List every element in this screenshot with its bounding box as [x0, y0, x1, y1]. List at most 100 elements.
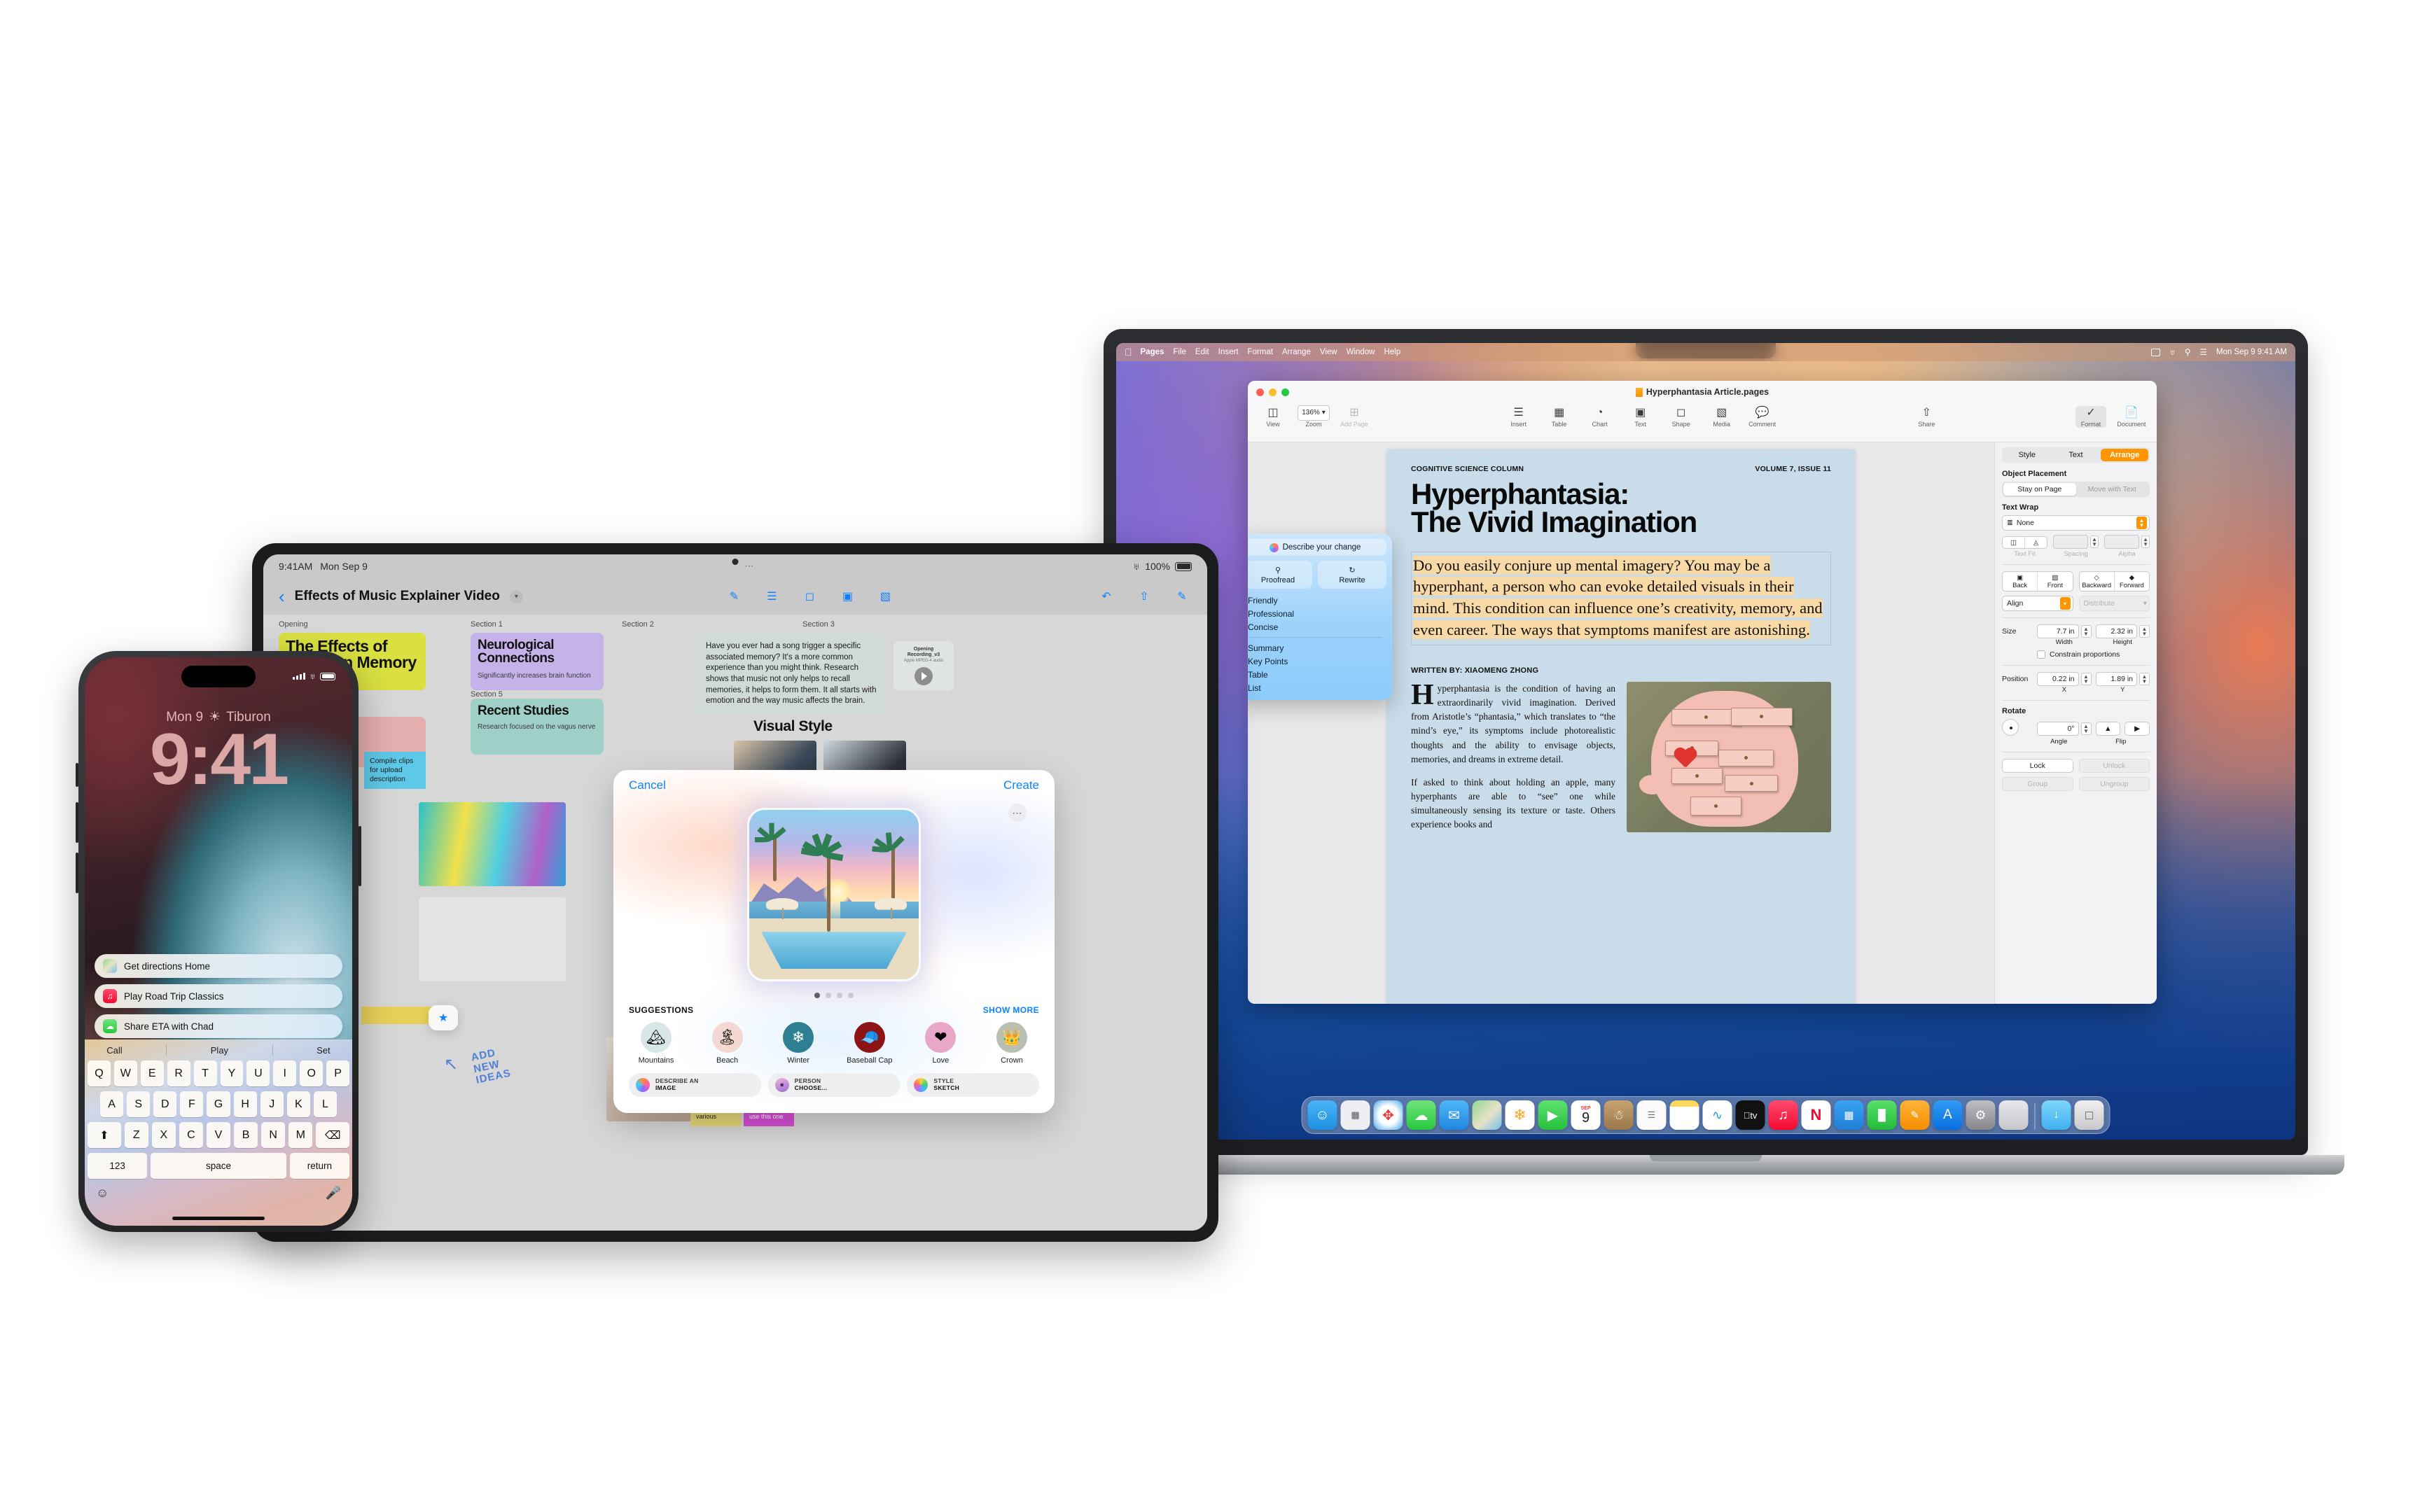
toolbar-add-page-button[interactable]: ⊞ Add Page: [1339, 406, 1370, 428]
document-page[interactable]: COGNITIVE SCIENCE COLUMN VOLUME 7, ISSUE…: [1387, 449, 1855, 1004]
dock-item-notes[interactable]: [1669, 1100, 1699, 1130]
ipad-nav-bar[interactable]: ‹ Effects of Music Explainer Video ▾ ✎ ☰…: [263, 578, 1207, 615]
stay-on-page-option[interactable]: Stay on Page: [2003, 483, 2076, 496]
create-button[interactable]: Create: [1003, 778, 1039, 792]
suggestion-winter[interactable]: ❄ Winter: [771, 1022, 826, 1065]
text-fit-option-2[interactable]: ◬: [2024, 537, 2047, 548]
text-wrap-select[interactable]: ≣ None ▲ ▼: [2002, 515, 2150, 531]
toolbar-comment-button[interactable]: 💬 Comment: [1747, 406, 1778, 428]
suggestion-mountains[interactable]: 🏔 Mountains: [629, 1022, 683, 1065]
constrain-proportions-checkbox[interactable]: [2037, 650, 2045, 659]
key-a[interactable]: A: [100, 1091, 124, 1117]
rotation-dial[interactable]: [2002, 719, 2019, 736]
toolbar-media-button[interactable]: ▧ Media: [1706, 406, 1737, 428]
board-card-recent[interactable]: Recent Studies Research focused on the v…: [471, 699, 604, 755]
position-y-field[interactable]: 1.89 in: [2095, 672, 2137, 686]
keyboard-row-3[interactable]: ⬆ Z X C V B N M ⌫: [88, 1122, 349, 1148]
toolbar-insert-button[interactable]: ☰ Insert: [1503, 406, 1534, 428]
key-o[interactable]: O: [300, 1060, 324, 1086]
article-illustration[interactable]: [1627, 682, 1831, 833]
menu-item-format[interactable]: Format: [1248, 348, 1273, 356]
proofread-button[interactable]: ⚲ Proofread: [1248, 561, 1312, 589]
dock-item-keynote[interactable]: ▦: [1834, 1100, 1864, 1130]
star-icon[interactable]: ★: [434, 1009, 452, 1027]
dock-item-news[interactable]: N: [1801, 1100, 1831, 1130]
group-button[interactable]: Group: [2002, 777, 2073, 791]
board-image-placeholder[interactable]: [419, 897, 566, 981]
iphone-keyboard[interactable]: Call Play Set Q W E R T Y U I O P A S D …: [85, 1040, 352, 1226]
align-chevron-down-icon[interactable]: ▾: [2059, 597, 2071, 610]
toolbar-chart-button[interactable]: ◔ Chart: [1585, 406, 1615, 428]
dock-item-contacts[interactable]: ☃: [1604, 1100, 1634, 1130]
format-table[interactable]: Table: [1248, 668, 1382, 681]
keyboard-bottom-row[interactable]: ☺ 🎤: [85, 1184, 352, 1200]
suggestion-baseball-cap[interactable]: 🧢 Baseball Cap: [842, 1022, 897, 1065]
key-c[interactable]: C: [179, 1122, 203, 1148]
ipad-multitask-handle[interactable]: ⋯: [368, 561, 1133, 572]
spacing-field[interactable]: [2053, 535, 2089, 549]
microphone-icon[interactable]: 🎤: [326, 1186, 341, 1200]
screen-mirroring-icon[interactable]: [2150, 348, 2160, 356]
playground-header[interactable]: Cancel Create: [613, 770, 1055, 801]
describe-image-chip[interactable]: DESCRIBE AN IMAGE: [629, 1073, 761, 1097]
keyboard-predictions[interactable]: Call Play Set: [85, 1040, 352, 1060]
dock-item-numbers[interactable]: █: [1867, 1100, 1897, 1130]
return-key[interactable]: return: [289, 1153, 349, 1179]
move-with-text-option[interactable]: Move with Text: [2076, 483, 2149, 496]
describe-change-field[interactable]: Describe your change: [1248, 539, 1386, 556]
menu-item-window[interactable]: Window: [1347, 348, 1375, 356]
constrain-proportions-row[interactable]: Constrain proportions: [2037, 650, 2150, 659]
angle-stepper[interactable]: ▲ ▼: [2080, 722, 2092, 735]
distribute-dropdown[interactable]: Distribute ▾: [2078, 596, 2150, 611]
key-d[interactable]: D: [153, 1091, 177, 1117]
size-width-field[interactable]: 7.7 in: [2037, 624, 2079, 638]
emoji-icon[interactable]: ☺: [96, 1186, 109, 1200]
space-key[interactable]: space: [151, 1153, 286, 1179]
position-y-stepper[interactable]: ▲ ▼: [2139, 673, 2150, 685]
toolbar-format-button[interactable]: ✓ Format: [2075, 406, 2107, 428]
siri-suggestion-directions[interactable]: Get directions Home: [95, 954, 342, 978]
object-placement-segmented[interactable]: Stay on Page Move with Text: [2002, 482, 2150, 497]
inspector-tabs[interactable]: Style Text Arrange: [2002, 447, 2150, 463]
flip-vertical-button[interactable]: ▲: [2095, 721, 2121, 736]
board-card-neuro[interactable]: Neurological Connections Significantly i…: [471, 633, 604, 690]
dock-item-pages[interactable]: ✎: [1900, 1100, 1930, 1130]
tab-style[interactable]: Style: [2003, 449, 2051, 461]
home-indicator[interactable]: [172, 1217, 265, 1220]
dock-item-launchpad[interactable]: ▦: [1340, 1100, 1370, 1130]
menubar-clock[interactable]: Mon Sep 9 9:41 AM: [2216, 348, 2287, 356]
star-tool[interactable]: ★: [429, 1005, 458, 1030]
format-inspector[interactable]: Style Text Arrange Object Placement Stay…: [1994, 442, 2157, 1004]
key-w[interactable]: W: [113, 1060, 137, 1086]
spacing-stepper[interactable]: ▲ ▼: [2090, 536, 2099, 548]
format-key-points[interactable]: Key Points: [1248, 654, 1382, 668]
dock-item-calendar[interactable]: SEP 9: [1571, 1100, 1601, 1130]
menu-item-arrange[interactable]: Arrange: [1282, 348, 1311, 356]
prediction-3[interactable]: Set: [317, 1045, 331, 1056]
dock-item-maps[interactable]: [1472, 1100, 1502, 1130]
dock-item-reminders[interactable]: ☰: [1636, 1100, 1667, 1130]
text-fit-option-1[interactable]: ◫: [2003, 537, 2024, 548]
key-v[interactable]: V: [206, 1122, 231, 1148]
image-playground-modal[interactable]: Cancel Create ⋯ SUGGESTIONS SHOW MORE 🏔 …: [613, 770, 1055, 1113]
suggestions-row[interactable]: 🏔 Mountains 🏝 Beach ❄ Winter 🧢 Baseball …: [613, 1015, 1055, 1065]
alpha-stepper[interactable]: ▲ ▼: [2141, 536, 2150, 548]
dock-item-finder[interactable]: ☺: [1307, 1100, 1337, 1130]
unlock-button[interactable]: Unlock: [2078, 759, 2150, 773]
shift-icon[interactable]: ⬆: [88, 1122, 121, 1148]
shape-tool-icon[interactable]: ◻: [800, 587, 819, 606]
suggestion-love[interactable]: ❤ Love: [913, 1022, 968, 1065]
dock-item-downloads[interactable]: ↓: [2041, 1100, 2071, 1130]
sticky-note-palette[interactable]: [361, 1007, 434, 1025]
prediction-1[interactable]: Call: [106, 1045, 122, 1056]
rainbow-profile-image[interactable]: [419, 802, 566, 886]
toolbar-shape-button[interactable]: ◻ Shape: [1666, 406, 1697, 428]
format-summary[interactable]: Summary: [1248, 641, 1382, 654]
pen-tool-icon[interactable]: ✎: [724, 587, 744, 606]
dock-item-settings[interactable]: ⚙: [1966, 1100, 1996, 1130]
toolbar-share-button[interactable]: ⇧ Share: [1911, 406, 1942, 428]
play-icon[interactable]: [915, 666, 933, 685]
menu-item-help[interactable]: Help: [1384, 348, 1400, 356]
key-b[interactable]: B: [234, 1122, 258, 1148]
suggestion-beach[interactable]: 🏝 Beach: [700, 1022, 755, 1065]
